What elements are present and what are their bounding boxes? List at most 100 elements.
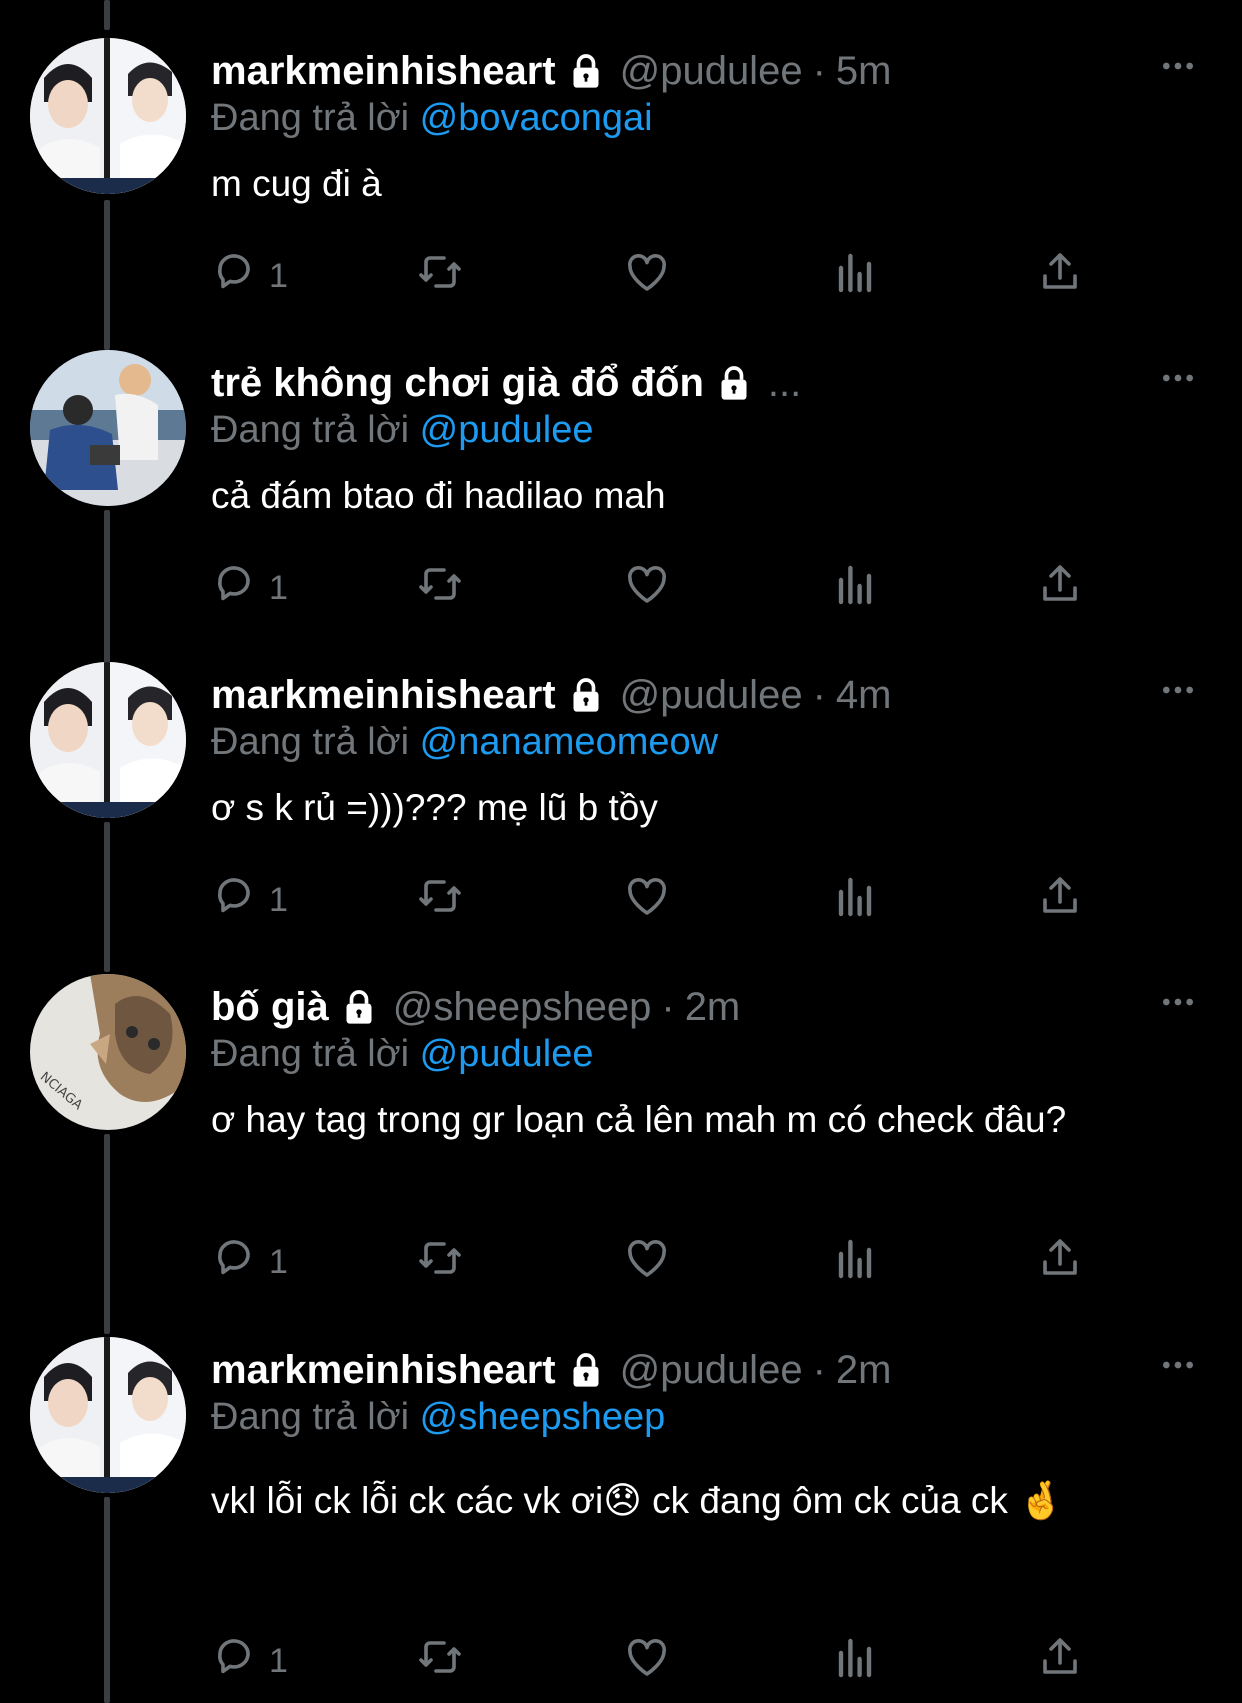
lock-icon: [714, 363, 754, 403]
like-icon: [623, 872, 671, 929]
views-icon: [831, 1633, 879, 1690]
tweet-text: vkl lỗi ck lỗi ck các vk ơi😞 ck đang ôm …: [211, 1480, 1065, 1521]
lock-icon: [566, 675, 606, 715]
like-button[interactable]: [623, 1633, 671, 1689]
avatar[interactable]: [30, 38, 186, 194]
retweet-button[interactable]: [416, 248, 464, 304]
timestamp[interactable]: 5m: [836, 49, 892, 94]
reply-count: 1: [269, 1242, 288, 1281]
conversation-thread: markmeinhisheart @pudulee · 5m Đang trả lời …: [0, 0, 1242, 1703]
display-name[interactable]: markmeinhisheart: [211, 673, 556, 718]
tweet-actions: 1: [211, 248, 1111, 304]
reply-count: 1: [269, 256, 288, 295]
tweet-text: ơ hay tag trong gr loạn cả lên mah m có …: [211, 1099, 1067, 1140]
views-button[interactable]: [831, 248, 879, 304]
tweet[interactable]: trẻ không chơi già đổ đốn... Đang trả lời…: [0, 350, 1242, 620]
tweet-content: markmeinhisheart @pudulee · 2m Đang trả lời …: [211, 1343, 1202, 1525]
views-button[interactable]: [831, 1633, 879, 1689]
tweet-header: markmeinhisheart @pudulee · 5m: [211, 44, 1202, 98]
tweet-actions: 1: [211, 872, 1111, 928]
display-name[interactable]: bố già: [211, 985, 329, 1030]
more-icon[interactable]: [1158, 670, 1198, 710]
timestamp[interactable]: 4m: [836, 673, 892, 718]
username-handle[interactable]: @sheepsheep: [393, 985, 652, 1030]
username-handle[interactable]: @pudulee: [620, 49, 803, 94]
share-button[interactable]: [1036, 872, 1084, 928]
separator-dot: ·: [661, 984, 675, 1029]
like-button[interactable]: [623, 872, 671, 928]
tweet-content: trẻ không chơi già đổ đốn... Đang trả lời…: [211, 356, 1202, 520]
retweet-button[interactable]: [416, 1234, 464, 1290]
more-icon[interactable]: [1158, 1345, 1198, 1385]
tweet-header: trẻ không chơi già đổ đốn...: [211, 356, 1202, 410]
display-name[interactable]: markmeinhisheart: [211, 1348, 556, 1393]
views-button[interactable]: [831, 872, 879, 928]
tweet-header: bố già @sheepsheep · 2m: [211, 980, 1202, 1034]
reply-button[interactable]: 1: [211, 560, 288, 616]
mention-link[interactable]: @pudulee: [420, 409, 594, 451]
like-icon: [623, 560, 671, 617]
username-handle[interactable]: @pudulee: [620, 1348, 803, 1393]
like-icon: [623, 1633, 671, 1690]
mention-link[interactable]: @pudulee: [420, 1033, 594, 1075]
share-button[interactable]: [1036, 1633, 1084, 1689]
avatar[interactable]: [30, 350, 186, 506]
reply-button[interactable]: 1: [211, 872, 288, 928]
mention-link[interactable]: @sheepsheep: [420, 1396, 666, 1438]
replying-to: Đang trả lời @sheepsheep: [211, 1393, 1202, 1441]
reply-icon: [211, 560, 259, 617]
views-button[interactable]: [831, 1234, 879, 1290]
username-handle[interactable]: @pudulee: [620, 673, 803, 718]
reply-button[interactable]: 1: [211, 248, 288, 304]
tweet[interactable]: markmeinhisheart @pudulee · 5m Đang trả lời …: [0, 38, 1242, 308]
tweet-text: m cug đi à: [211, 163, 382, 204]
replying-to-label: Đang trả lời: [211, 1396, 410, 1438]
tweet[interactable]: markmeinhisheart @pudulee · 2m Đang trả lời …: [0, 1337, 1242, 1693]
avatar[interactable]: [30, 1337, 186, 1493]
display-name[interactable]: trẻ không chơi già đổ đốn: [211, 361, 704, 406]
more-icon[interactable]: [1158, 982, 1198, 1022]
share-button[interactable]: [1036, 1234, 1084, 1290]
mention-link[interactable]: @bovacongai: [420, 97, 653, 139]
thread-connector-line: [104, 0, 110, 30]
replying-to-label: Đang trả lời: [211, 721, 410, 763]
display-name[interactable]: markmeinhisheart: [211, 49, 556, 94]
more-icon[interactable]: [1158, 358, 1198, 398]
timestamp[interactable]: 2m: [685, 985, 741, 1030]
retweet-icon: [416, 560, 464, 617]
replying-to: Đang trả lời @bovacongai: [211, 94, 1202, 142]
retweet-icon: [416, 1633, 464, 1690]
avatar[interactable]: NCIAGA: [30, 974, 186, 1130]
tweet[interactable]: markmeinhisheart @pudulee · 4m Đang trả lời …: [0, 662, 1242, 932]
separator-dot: ·: [812, 48, 826, 93]
views-icon: [831, 1234, 879, 1291]
tweet-actions: 1: [211, 1234, 1111, 1290]
like-button[interactable]: [623, 1234, 671, 1290]
views-icon: [831, 872, 879, 929]
lock-icon: [339, 987, 379, 1027]
share-button[interactable]: [1036, 560, 1084, 616]
share-icon: [1036, 560, 1084, 617]
tweet-content: bố già @sheepsheep · 2m Đang trả lời @pudule…: [211, 980, 1202, 1144]
retweet-button[interactable]: [416, 560, 464, 616]
tweet[interactable]: NCIAGA bố già @sheepsheep · 2m Đang trả lời …: [0, 974, 1242, 1294]
like-button[interactable]: [623, 248, 671, 304]
share-button[interactable]: [1036, 248, 1084, 304]
avatar[interactable]: [30, 662, 186, 818]
timestamp[interactable]: 2m: [836, 1348, 892, 1393]
reply-icon: [211, 1633, 259, 1690]
retweet-button[interactable]: [416, 1633, 464, 1689]
share-icon: [1036, 248, 1084, 305]
reply-button[interactable]: 1: [211, 1633, 288, 1689]
more-icon[interactable]: [1158, 46, 1198, 86]
views-button[interactable]: [831, 560, 879, 616]
reply-count: 1: [269, 880, 288, 919]
share-icon: [1036, 1633, 1084, 1690]
like-button[interactable]: [623, 560, 671, 616]
reply-button[interactable]: 1: [211, 1234, 288, 1290]
tweet-text: ơ s k rủ =)))??? mẹ lũ b tồy: [211, 787, 658, 828]
separator-dot: ·: [812, 1347, 826, 1392]
mention-link[interactable]: @nanameomeow: [420, 721, 718, 763]
tweet-content: markmeinhisheart @pudulee · 4m Đang trả lời …: [211, 668, 1202, 832]
retweet-button[interactable]: [416, 872, 464, 928]
